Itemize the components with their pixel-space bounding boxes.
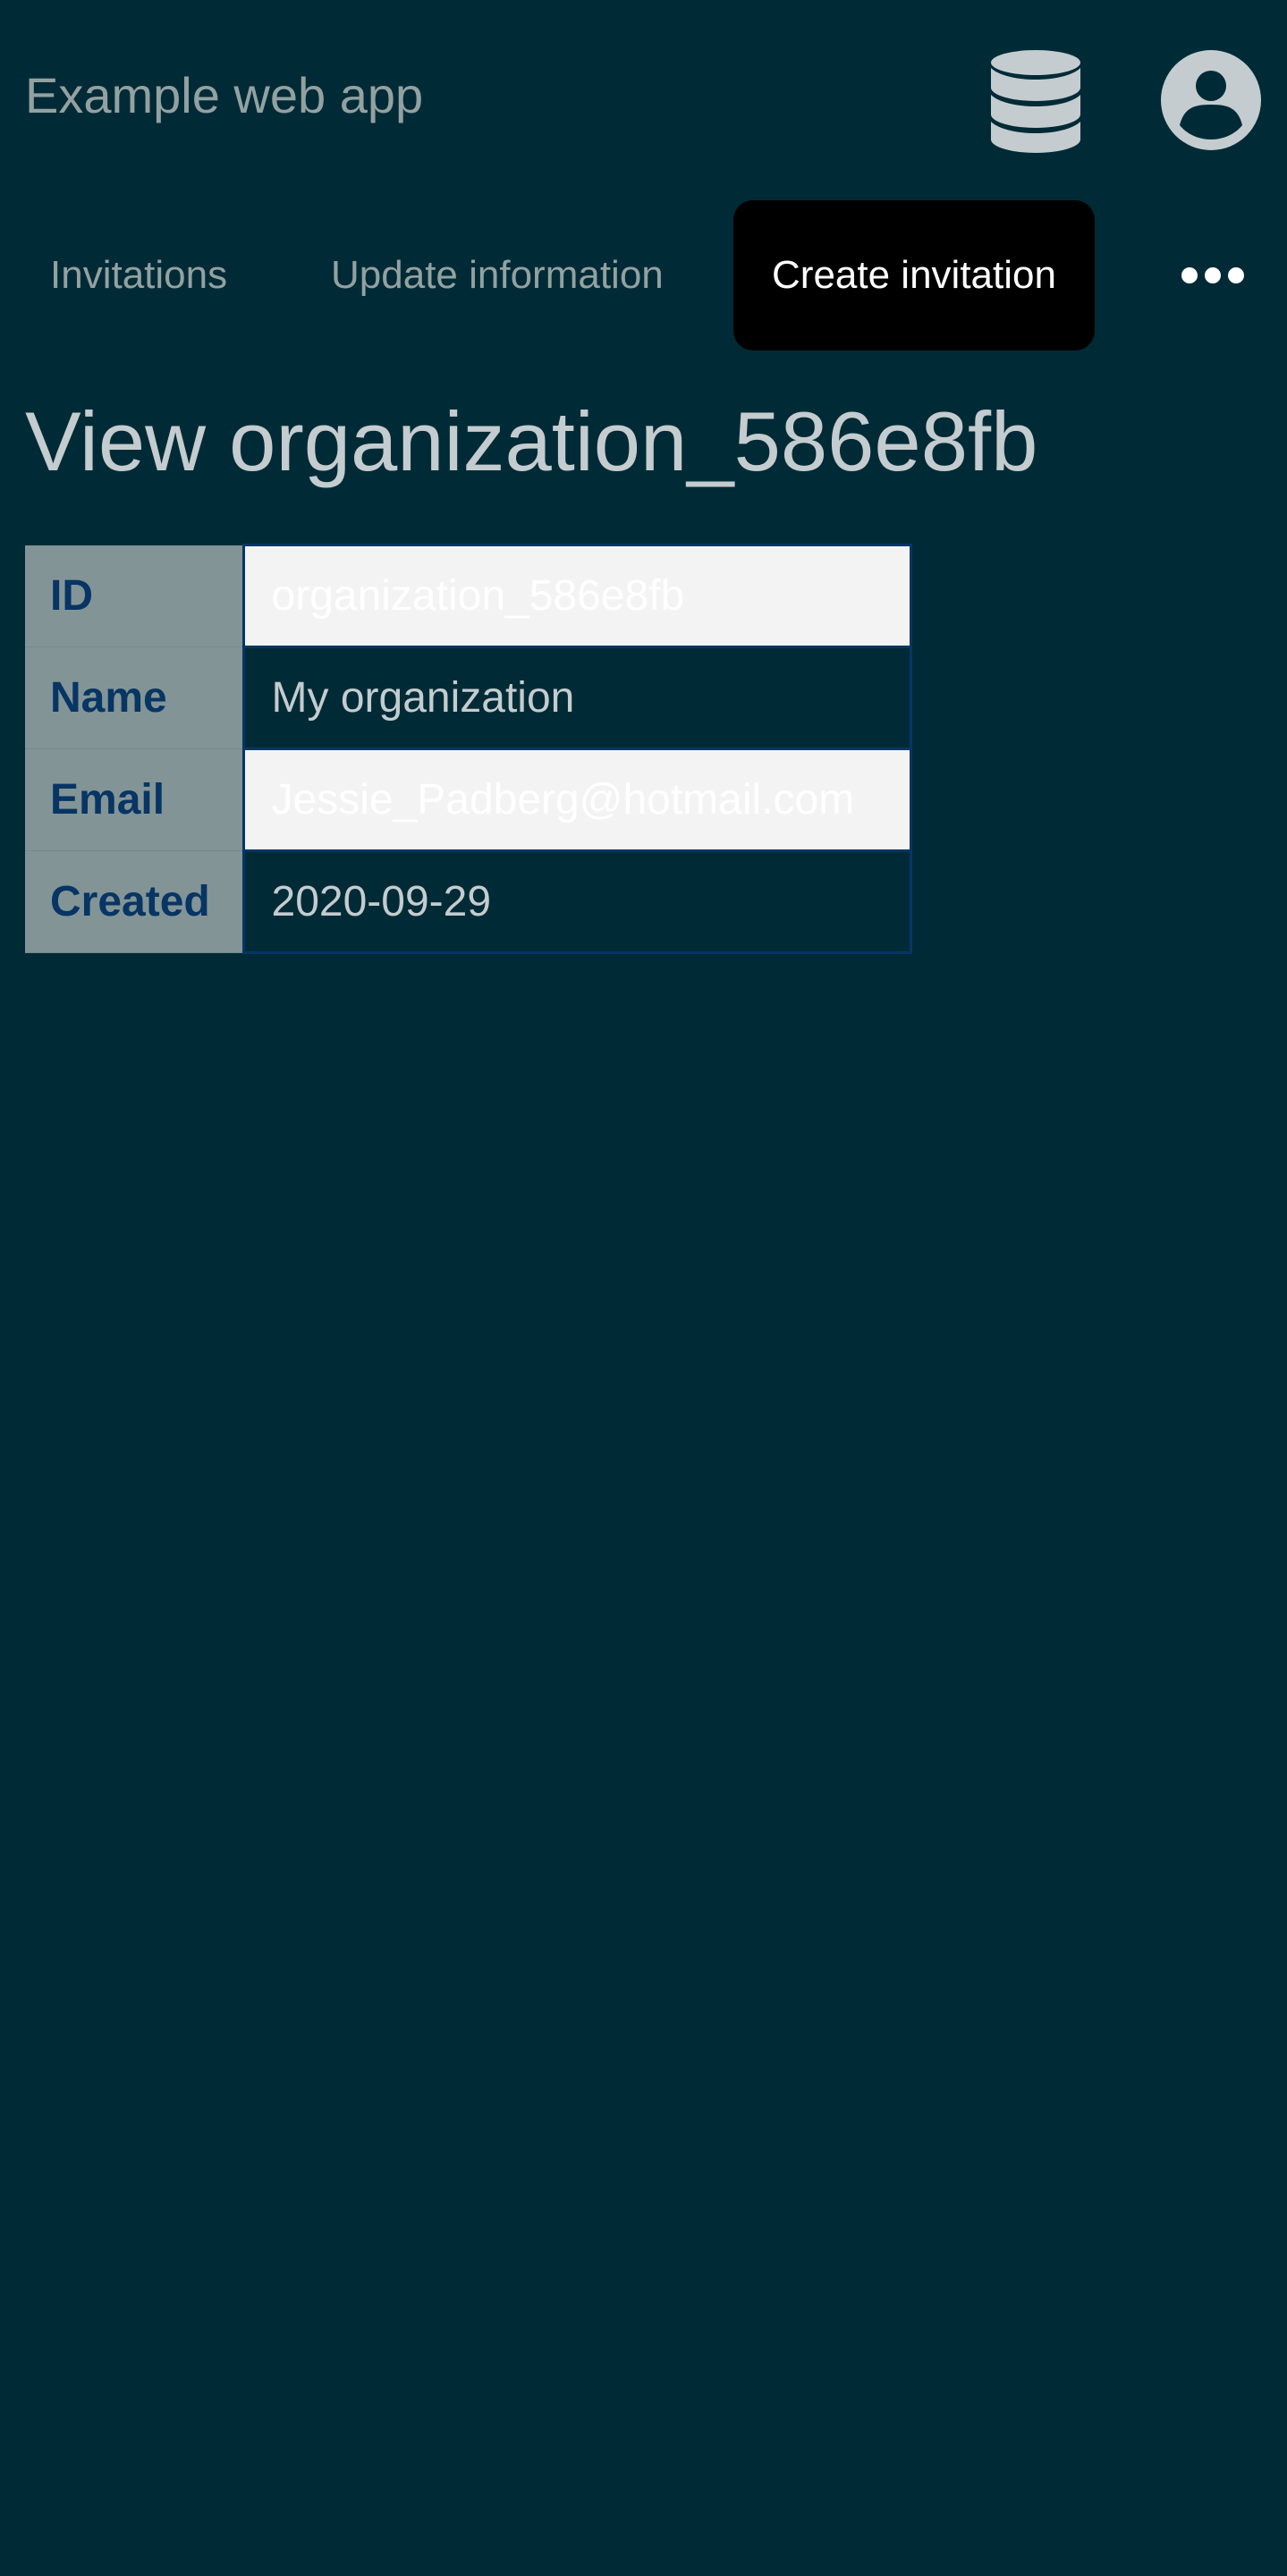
table-row: Email Jessie_Padberg@hotmail.com — [25, 747, 912, 852]
organization-details-table: ID organization_586e8fb Name My organiza… — [25, 544, 912, 954]
more-options-icon[interactable] — [1177, 250, 1249, 300]
tab-invitations[interactable]: Invitations — [50, 200, 227, 351]
tab-update-information[interactable]: Update information — [331, 200, 664, 351]
table-row: Created 2020-09-29 — [25, 849, 912, 954]
table-row: ID organization_586e8fb — [25, 544, 912, 648]
tab-create-invitation[interactable]: Create invitation — [733, 200, 1095, 351]
app-title[interactable]: Example web app — [25, 64, 423, 127]
page-title: View organization_586e8fb — [25, 394, 1038, 488]
row-label-email: Email — [25, 748, 243, 851]
row-label-created: Created — [25, 850, 243, 953]
user-account-icon[interactable] — [1159, 48, 1263, 152]
row-value-id: organization_586e8fb — [241, 544, 912, 648]
app-header: Example web app — [0, 0, 1287, 179]
row-value-created: 2020-09-29 — [241, 849, 912, 954]
database-icon[interactable] — [984, 46, 1088, 154]
row-value-email: Jessie_Padberg@hotmail.com — [241, 747, 912, 852]
main-nav: Invitations Update information Create in… — [0, 200, 1287, 351]
row-label-name: Name — [25, 646, 243, 749]
table-row: Name My organization — [25, 646, 912, 750]
row-value-name: My organization — [241, 646, 912, 750]
row-label-id: ID — [25, 545, 243, 647]
